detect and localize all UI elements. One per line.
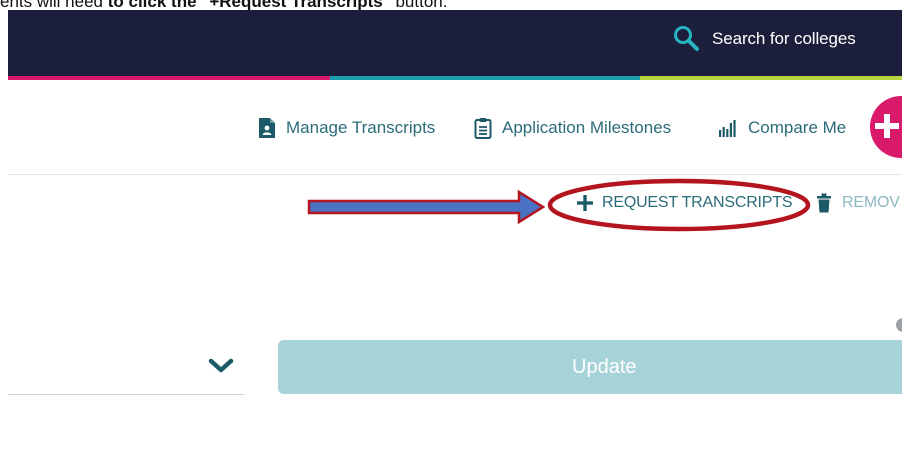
accent-stripe-teal bbox=[330, 76, 640, 80]
section-divider bbox=[8, 174, 902, 175]
nav-application-milestones[interactable]: Application Milestones bbox=[474, 112, 671, 144]
instruction-caption: ents will need to click the "+Request Tr… bbox=[0, 0, 447, 10]
nav-application-milestones-label: Application Milestones bbox=[502, 118, 672, 137]
annotation-ellipse bbox=[547, 178, 811, 232]
remove-label: REMOV bbox=[842, 194, 900, 211]
search-colleges-link[interactable]: Search for colleges bbox=[672, 24, 856, 54]
trash-icon bbox=[817, 193, 831, 213]
search-label: Search for colleges bbox=[712, 29, 856, 48]
accent-stripe-green bbox=[640, 76, 902, 80]
annotation-arrow bbox=[307, 189, 546, 225]
remove-button[interactable]: REMOV bbox=[816, 191, 900, 215]
nav-compare-me-label: Compare Me bbox=[748, 118, 847, 137]
transcript-file-icon bbox=[259, 118, 275, 138]
chevron-down-icon[interactable] bbox=[208, 357, 234, 375]
plus-icon bbox=[875, 114, 899, 138]
bar-chart-icon bbox=[719, 120, 736, 137]
search-icon bbox=[674, 26, 699, 51]
nav-manage-transcripts[interactable]: Manage Transcripts bbox=[258, 112, 435, 144]
update-button[interactable]: Update bbox=[278, 340, 902, 394]
help-icon[interactable] bbox=[896, 318, 902, 332]
nav-manage-transcripts-label: Manage Transcripts bbox=[286, 118, 436, 137]
accent-stripe-pink bbox=[8, 76, 330, 80]
clipboard-icon bbox=[474, 118, 492, 139]
update-button-label: Update bbox=[572, 356, 637, 378]
page: ents will need to click the "+Request Tr… bbox=[0, 0, 902, 474]
select-underline bbox=[8, 394, 244, 395]
nav-compare-me[interactable]: Compare Me bbox=[718, 112, 846, 144]
